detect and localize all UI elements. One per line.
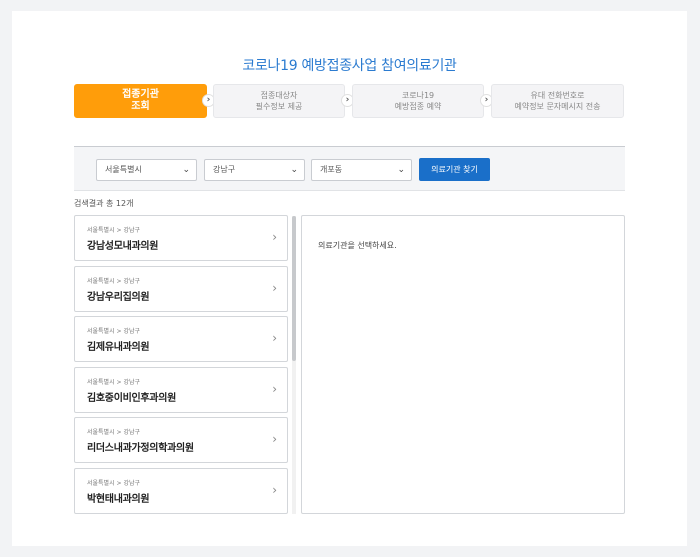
chevron-right-icon: › <box>272 483 277 497</box>
search-button[interactable]: 의료기관 찾기 <box>419 158 490 181</box>
list-item-region: 서울특별시 > 강남구 <box>87 480 141 487</box>
step-2-line1: 접종대상자 <box>260 91 298 100</box>
step-1-line2: 조회 <box>131 101 150 112</box>
chevron-right-icon: › <box>272 382 277 396</box>
city-select[interactable]: 서울특별시 ⌄ <box>96 159 197 181</box>
step-3[interactable]: 코로나19 예방접종 예약 <box>352 84 484 118</box>
list-item-region: 서울특별시 > 강남구 <box>87 429 141 436</box>
list-item-name: 김호중이비인후과의원 <box>87 393 177 404</box>
city-select-value: 서울특별시 <box>105 165 142 174</box>
step-4-line1: 유대 전화번호로 <box>530 91 585 100</box>
district-select[interactable]: 강남구 ⌄ <box>204 159 305 181</box>
list-item-region: 서울특별시 > 강남구 <box>87 227 141 234</box>
list-item[interactable]: 서울특별시 > 강남구 김호중이비인후과의원 › <box>74 367 288 413</box>
page-title-accent: 참여의료기관 <box>381 58 457 74</box>
dong-select-value: 개포동 <box>320 165 343 174</box>
chevron-down-icon: ⌄ <box>290 165 298 175</box>
list-item[interactable]: 서울특별시 > 강남구 김제유내과의원 › <box>74 316 288 362</box>
list-item-region: 서울특별시 > 강남구 <box>87 328 141 335</box>
chevron-down-icon: ⌄ <box>182 165 190 175</box>
step-2-line2: 필수정보 제공 <box>255 102 303 111</box>
detail-panel: 의료기관을 선택하세요. <box>301 215 625 514</box>
chevron-right-icon: › <box>272 230 277 244</box>
step-1[interactable]: 접종기관 조회 <box>74 84 207 118</box>
list-item[interactable]: 서울특별시 > 강남구 강남성모내과의원 › <box>74 215 288 261</box>
step-4-line2: 예약정보 문자메시지 전송 <box>514 102 601 111</box>
step-indicator: 접종기관 조회 › 접종대상자 필수정보 제공 › 코로나19 예방접종 예약 … <box>74 84 624 118</box>
list-item-region: 서울특별시 > 강남구 <box>87 379 141 386</box>
list-item-name: 박현태내과의원 <box>87 494 150 505</box>
filter-bar: 서울특별시 ⌄ 강남구 ⌄ 개포동 ⌄ 의료기관 찾기 <box>74 146 625 191</box>
chevron-right-icon: › <box>272 281 277 295</box>
detail-empty-message: 의료기관을 선택하세요. <box>318 241 397 250</box>
page-title-main: 코로나19 예방접종사업 <box>242 58 382 74</box>
list-item-name: 리더스내과가정의학과의원 <box>87 443 194 454</box>
list-item-name: 김제유내과의원 <box>87 342 150 353</box>
dong-select[interactable]: 개포동 ⌄ <box>311 159 412 181</box>
main-card: 코로나19 예방접종사업 참여의료기관 접종기관 조회 › 접종대상자 필수정보… <box>12 11 687 546</box>
list-item[interactable]: 서울특별시 > 강남구 강남우리집의원 › <box>74 266 288 312</box>
step-3-line1: 코로나19 <box>401 91 435 100</box>
result-list: 서울특별시 > 강남구 강남성모내과의원 › 서울특별시 > 강남구 강남우리집… <box>74 214 288 514</box>
step-1-line1: 접종기관 <box>122 89 159 100</box>
list-item-name: 강남성모내과의원 <box>87 241 159 252</box>
list-item-region: 서울특별시 > 강남구 <box>87 278 141 285</box>
district-select-value: 강남구 <box>213 165 236 174</box>
list-item[interactable]: 서울특별시 > 강남구 리더스내과가정의학과의원 › <box>74 417 288 463</box>
chevron-down-icon: ⌄ <box>397 165 405 175</box>
chevron-right-icon: › <box>272 432 277 446</box>
chevron-right-icon: › <box>272 331 277 345</box>
list-item-name: 강남우리집의원 <box>87 292 150 303</box>
result-count: 검색결과 총 12개 <box>74 199 134 208</box>
step-4[interactable]: 유대 전화번호로 예약정보 문자메시지 전송 <box>491 84 624 118</box>
page-title: 코로나19 예방접종사업 참여의료기관 <box>12 55 687 75</box>
step-2[interactable]: 접종대상자 필수정보 제공 <box>213 84 345 118</box>
list-item[interactable]: 서울특별시 > 강남구 박현태내과의원 › <box>74 468 288 514</box>
list-scrollbar-thumb[interactable] <box>292 216 296 361</box>
step-3-line2: 예방접종 예약 <box>394 102 442 111</box>
